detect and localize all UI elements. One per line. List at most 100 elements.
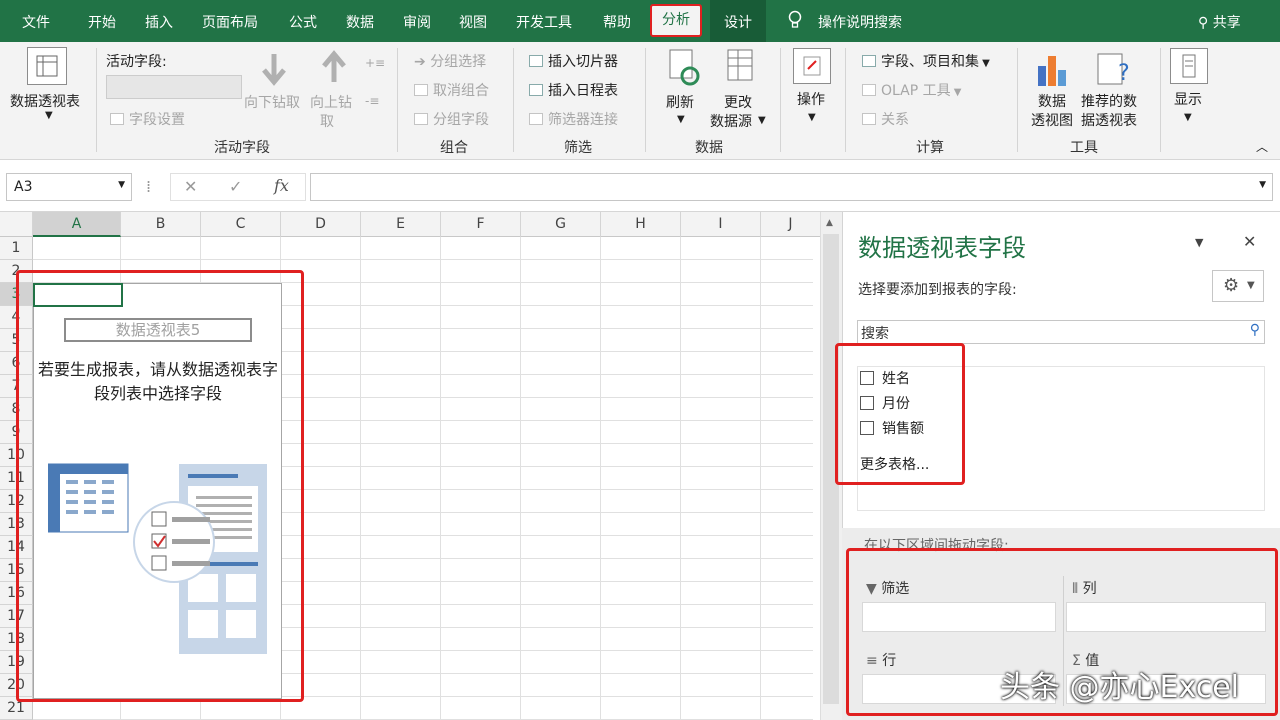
insert-slicer-button[interactable]: 插入切片器 (529, 51, 618, 71)
grid-line (440, 237, 441, 720)
svg-text:?: ? (1118, 61, 1130, 86)
grid-line (520, 237, 521, 720)
expand-field-icon[interactable]: +≡ (365, 56, 385, 70)
drill-down-button[interactable]: 向下钻取 (244, 92, 300, 112)
timeline-icon (529, 84, 543, 96)
column-header[interactable]: H (601, 212, 681, 237)
drill-up-button[interactable]: 向上钻 (310, 92, 352, 112)
insert-slicer-label: 插入切片器 (548, 54, 618, 70)
watermark: 头条 @亦心Excel (1000, 670, 1240, 705)
group-label-filter: 筛选 (564, 140, 592, 156)
collapse-field-icon[interactable]: -≡ (365, 94, 379, 108)
column-header[interactable]: G (521, 212, 601, 237)
show-icon (1170, 48, 1208, 84)
insert-function-icon[interactable]: fx (274, 176, 289, 195)
filter-connections-label: 筛选器连接 (548, 112, 618, 128)
highlight-field-list (835, 343, 965, 485)
row-header[interactable]: 1 (0, 237, 33, 260)
drill-up-label-line2: 取 (320, 114, 334, 130)
pane-subtitle: 选择要添加到报表的字段: (858, 282, 1017, 298)
tab-insert[interactable]: 插入 (145, 12, 173, 32)
enter-icon[interactable]: ✓ (229, 177, 242, 196)
tab-help[interactable]: 帮助 (603, 12, 631, 32)
group-label-tools: 工具 (1070, 140, 1098, 156)
field-settings-button[interactable]: 字段设置 (110, 109, 185, 129)
pivotchart-button[interactable]: 数据 (1038, 91, 1066, 111)
column-header-bar: ABCDEFGHIJ (0, 212, 820, 237)
formula-bar: A3 ▼ ⁞ ✕ ✓ fx ▼ (0, 160, 1280, 212)
ungroup-button[interactable]: 取消组合 (414, 80, 489, 100)
gear-icon: ⚙ (1223, 275, 1240, 296)
refresh-icon (669, 49, 700, 86)
olap-tools-button[interactable]: OLAP 工具 ▼ (862, 80, 962, 100)
column-header[interactable]: E (361, 212, 441, 237)
column-header[interactable]: B (121, 212, 201, 237)
actions-icon (793, 48, 831, 84)
chevron-down-icon: ▼ (808, 112, 816, 123)
chevron-down-icon: ▼ (1247, 280, 1255, 291)
grid-line (680, 237, 681, 720)
recommended-pivot-button[interactable]: 推荐的数 (1081, 91, 1137, 111)
share-button[interactable]: ⚲ 共享 (1198, 12, 1241, 32)
chevron-down-icon: ▼ (45, 110, 53, 121)
ungroup-label: 取消组合 (433, 83, 489, 99)
tab-design[interactable]: 设计 (724, 12, 752, 32)
collapse-ribbon-icon[interactable]: ︿ (1256, 138, 1268, 155)
change-source-label-line2: 数据源 (710, 114, 752, 130)
grid-line (760, 237, 761, 720)
fx-calc-icon (862, 55, 876, 67)
olap-icon (862, 84, 876, 96)
separator (397, 48, 398, 152)
tab-data[interactable]: 数据 (346, 12, 374, 32)
cancel-icon[interactable]: ✕ (184, 177, 197, 196)
name-box[interactable]: A3 ▼ (6, 173, 132, 201)
chevron-down-icon: ▼ (118, 180, 125, 190)
tab-analyze[interactable]: 分析 (650, 4, 702, 37)
column-header[interactable]: D (281, 212, 361, 237)
fields-items-sets-button[interactable]: 字段、项目和集 ▼ (862, 51, 990, 71)
refresh-button[interactable]: 刷新 (666, 92, 694, 112)
column-header[interactable]: A (33, 212, 121, 237)
tab-page-layout[interactable]: 页面布局 (202, 12, 258, 32)
column-header[interactable]: C (201, 212, 281, 237)
pivottable-button[interactable]: 数据透视表 (10, 91, 80, 111)
separator (780, 48, 781, 152)
tab-review[interactable]: 审阅 (403, 12, 431, 32)
separator (1017, 48, 1018, 152)
grid-line (33, 259, 813, 260)
active-field-input[interactable] (106, 75, 242, 99)
pane-options-icon[interactable]: ▼ (1195, 236, 1203, 249)
tell-me-search[interactable]: 操作说明搜索 (818, 12, 902, 32)
ribbon: 数据透视表 ▼ 活动字段: 字段设置 向下钻取 向上钻 取 +≡ -≡ 活动字段… (0, 42, 1280, 160)
close-icon[interactable]: ✕ (1243, 232, 1256, 251)
chevron-down-icon: ▼ (677, 114, 685, 125)
tab-home[interactable]: 开始 (88, 12, 116, 32)
formula-input[interactable]: ▼ (310, 173, 1273, 201)
relationships-button[interactable]: 关系 (862, 109, 909, 129)
field-settings-label: 字段设置 (129, 112, 185, 128)
active-field-label: 活动字段: (106, 54, 167, 70)
actions-button[interactable]: 操作 (797, 89, 825, 109)
filter-connections-button[interactable]: 筛选器连接 (529, 109, 618, 129)
tab-formulas[interactable]: 公式 (289, 12, 317, 32)
highlight-pivot-area (16, 270, 304, 702)
tab-developer[interactable]: 开发工具 (516, 12, 572, 32)
recommended-pivot-icon: ? (1097, 53, 1130, 86)
insert-timeline-button[interactable]: 插入日程表 (529, 80, 618, 100)
column-header[interactable]: J (761, 212, 820, 237)
select-all-corner[interactable] (0, 212, 33, 237)
column-header[interactable]: I (681, 212, 761, 237)
group-field-button[interactable]: 分组字段 (414, 109, 489, 129)
group-selection-button[interactable]: ➔ 分组选择 (414, 51, 486, 71)
tab-view[interactable]: 视图 (459, 12, 487, 32)
field-search-input[interactable]: 搜索 ⚲ (857, 320, 1265, 344)
tools-button[interactable]: ⚙ ▼ (1212, 270, 1264, 302)
tab-file[interactable]: 文件 (22, 12, 50, 32)
insert-timeline-label: 插入日程表 (548, 83, 618, 99)
show-button[interactable]: 显示 (1174, 89, 1202, 109)
change-source-button[interactable]: 更改 (724, 92, 752, 112)
group-field-label: 分组字段 (433, 112, 489, 128)
grid-line (360, 237, 361, 720)
scroll-up-icon[interactable]: ▲ (826, 218, 833, 228)
column-header[interactable]: F (441, 212, 521, 237)
